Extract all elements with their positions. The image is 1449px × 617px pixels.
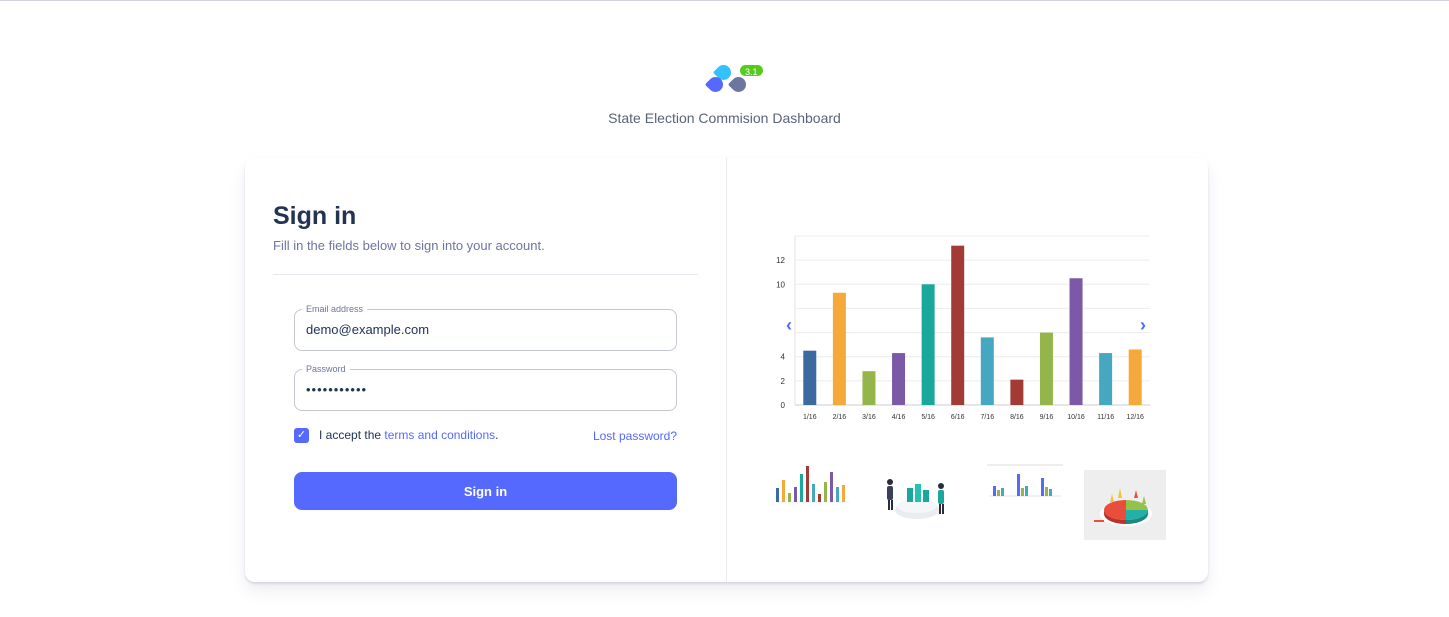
- y-tick-label: 10: [776, 280, 785, 289]
- password-label: Password: [302, 363, 350, 375]
- lost-password-link[interactable]: Lost password?: [593, 429, 677, 443]
- signin-card: Sign in Fill in the fields below to sign…: [245, 158, 1208, 582]
- carousel-panel: 0 2 4 10 12 1/16 2/16 3/16 4/16 5/16 6/16 7/16 8/16 9…: [726, 158, 1208, 582]
- email-label: Email address: [302, 303, 368, 315]
- x-tick-label: 1/16: [803, 414, 817, 421]
- terms-checkbox[interactable]: ✓: [294, 428, 309, 443]
- version-badge: 3.1: [738, 63, 765, 78]
- x-tick-label: 4/16: [892, 414, 906, 421]
- y-tick-label: 4: [781, 353, 786, 362]
- chevron-left-icon[interactable]: ‹: [786, 315, 792, 336]
- terms-text: I accept the terms and conditions.: [319, 428, 498, 442]
- signin-panel: Sign in Fill in the fields below to sign…: [245, 158, 726, 582]
- x-tick-label: 11/16: [1097, 414, 1114, 421]
- terms-link[interactable]: terms and conditions: [384, 428, 495, 442]
- page-subtitle: Fill in the fields below to sign into yo…: [273, 238, 545, 253]
- terms-suffix: .: [495, 428, 499, 442]
- x-tick-label: 9/16: [1040, 414, 1054, 421]
- email-input[interactable]: [306, 322, 666, 337]
- bar-3/16: [862, 371, 876, 405]
- app-title: State Election Commision Dashboard: [608, 110, 841, 126]
- bar-8/16: [1010, 379, 1024, 405]
- x-tick-label: 5/16: [921, 414, 935, 421]
- password-input[interactable]: •••••••••••: [306, 382, 666, 397]
- multi-bar-chart-thumbnail[interactable]: [985, 460, 1065, 510]
- x-tick-label: 12/16: [1126, 414, 1144, 421]
- divider: [273, 274, 698, 275]
- bar-chart: 0 2 4 10 12 1/16 2/16 3/16 4/16 5/16 6/16 7/16 8/16 9…: [776, 235, 1150, 421]
- x-tick-label: 2/16: [833, 414, 847, 421]
- app-logo: 3.1: [704, 61, 765, 97]
- bar-9/16: [1039, 332, 1053, 405]
- y-tick-label: 0: [781, 401, 786, 410]
- email-field[interactable]: Email address: [294, 303, 677, 351]
- terms-prefix: I accept the: [319, 428, 382, 442]
- chevron-right-icon[interactable]: ›: [1140, 315, 1146, 336]
- bar-12/16: [1128, 349, 1142, 405]
- x-tick-label: 10/16: [1067, 414, 1085, 421]
- bar-1/16: [803, 350, 817, 405]
- bar-2/16: [832, 292, 846, 405]
- x-tick-label: 6/16: [951, 414, 965, 421]
- terms-row: ✓ I accept the terms and conditions. Los…: [294, 426, 677, 446]
- x-tick-label: 3/16: [862, 414, 876, 421]
- bar-7/16: [980, 337, 994, 405]
- x-tick-label: 8/16: [1010, 414, 1024, 421]
- y-tick-label: 12: [776, 256, 785, 265]
- bar-10/16: [1069, 278, 1083, 405]
- bar-11/16: [1099, 353, 1113, 405]
- bar-6/16: [951, 245, 965, 405]
- password-field[interactable]: Password •••••••••••: [294, 363, 677, 411]
- bar-4/16: [892, 353, 906, 405]
- x-tick-label: 7/16: [980, 414, 994, 421]
- y-tick-label: 2: [781, 377, 786, 386]
- signin-button[interactable]: Sign in: [294, 472, 677, 510]
- people-chart-illustration-thumbnail[interactable]: [877, 460, 957, 530]
- bar-5/16: [921, 284, 935, 405]
- page-title: Sign in: [273, 202, 357, 230]
- bar-chart-thumbnail[interactable]: [771, 460, 851, 510]
- 3d-pie-chart-thumbnail[interactable]: [1084, 470, 1166, 540]
